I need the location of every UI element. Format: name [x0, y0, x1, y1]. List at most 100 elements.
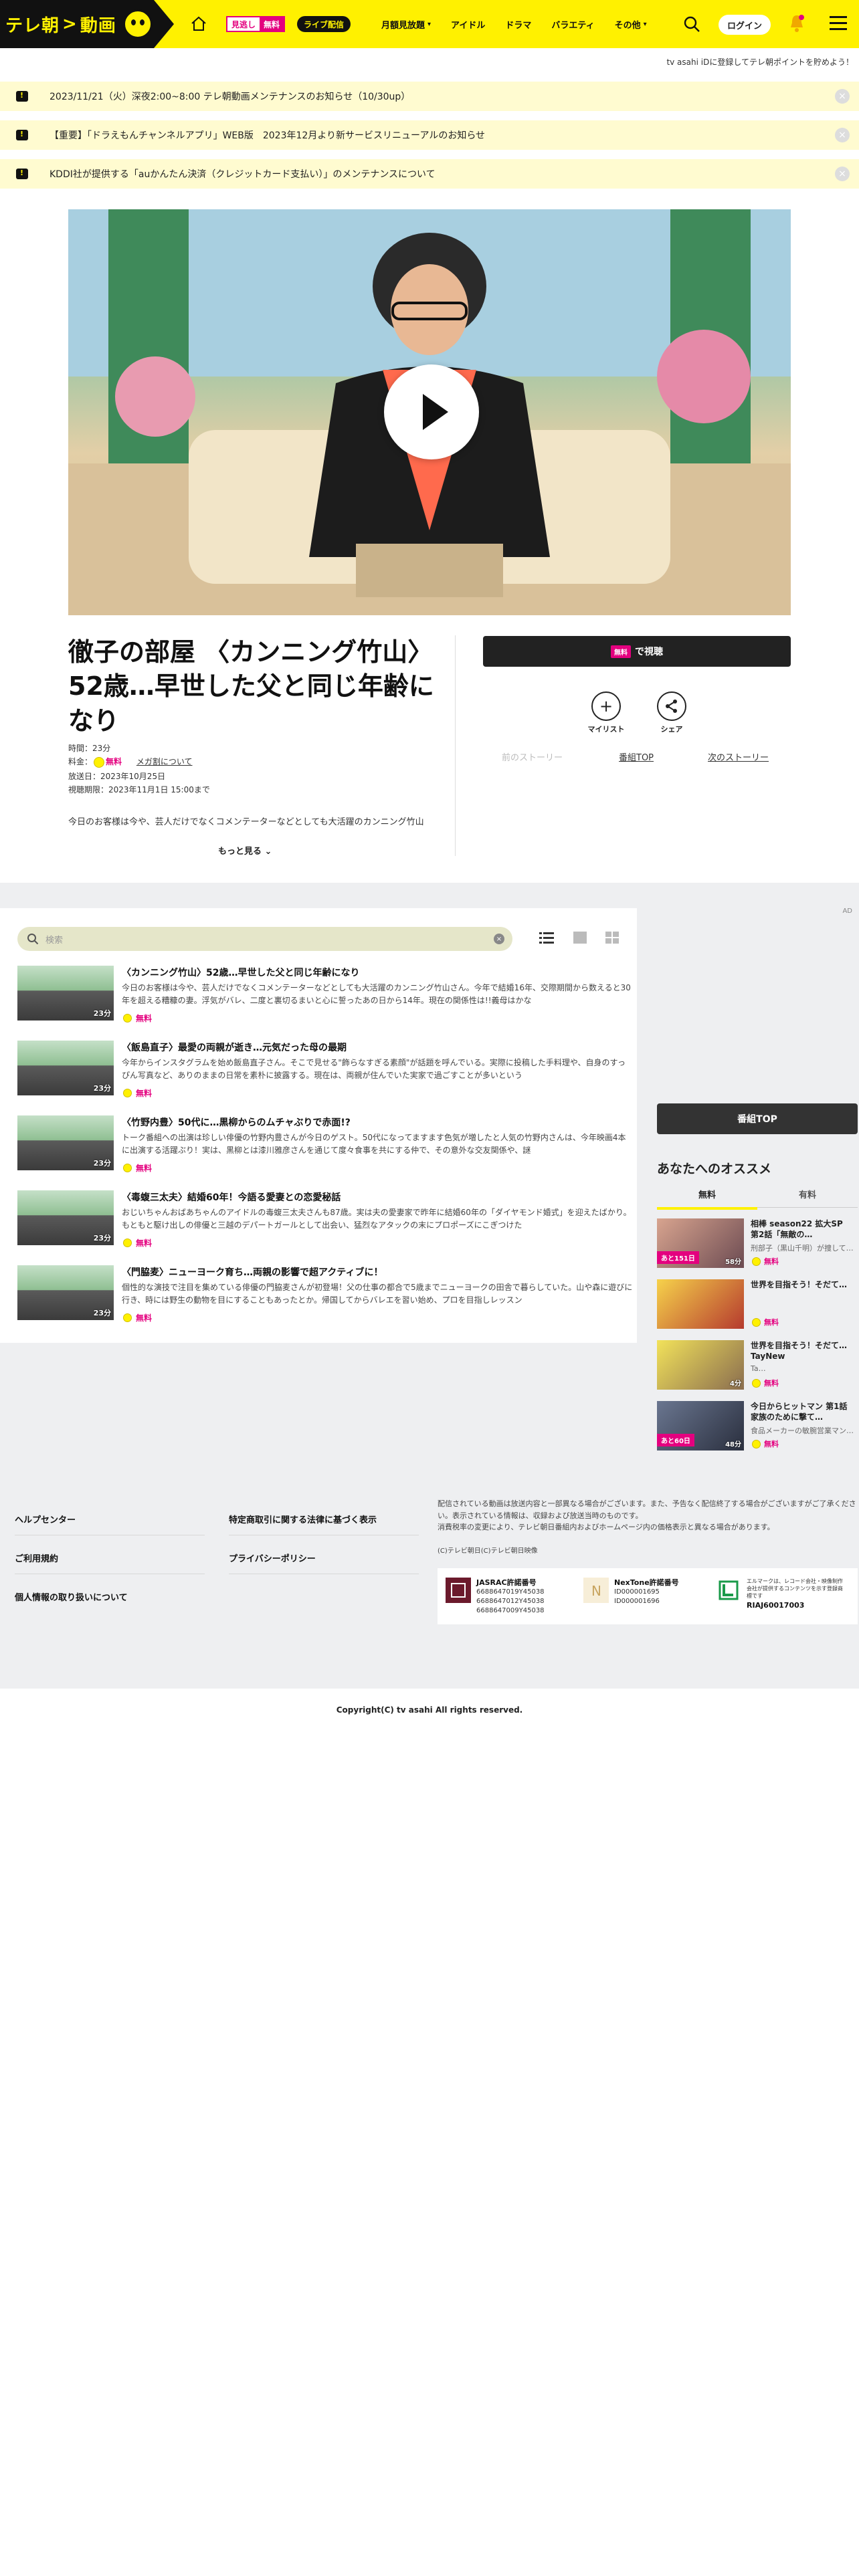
logo-text: テレ朝 [5, 15, 60, 36]
episode-title: 〈飯島直子〉最愛の両親が逝き…元気だった母の最期 [122, 1043, 347, 1053]
episode-search-input[interactable]: 検索 × [17, 927, 512, 951]
duration: 48分 [725, 1441, 741, 1448]
episode-thumbnail: 23分 [17, 1190, 114, 1245]
show-more-button[interactable]: もっと見る ⌄ [218, 844, 272, 857]
clear-search-icon[interactable]: × [494, 934, 504, 944]
search-icon[interactable] [682, 15, 701, 33]
watch-button[interactable]: 無料 で視聴 [483, 636, 791, 667]
tvasahi-id-promo[interactable]: tv asahi iDに登録してテレ朝ポイントを貯めよう！ [666, 56, 854, 68]
close-icon[interactable]: × [835, 128, 850, 142]
logo-separator: > [62, 14, 78, 34]
share-button[interactable] [657, 691, 686, 721]
tab-paid[interactable]: 有料 [757, 1188, 858, 1208]
episode-description: 今年からインスタグラムを始め飯島直子さん。そこで見せる"飾らなすぎる素顔"が話題… [122, 1058, 626, 1080]
days-left-badge: あと151日 [657, 1251, 699, 1264]
footer-link-privacy-policy[interactable]: プライバシーポリシー [229, 1551, 316, 1564]
nav-label: 月額見放題 [381, 20, 425, 31]
chevron-down-icon: ▾ [643, 20, 647, 28]
recommend-thumbnail [657, 1279, 744, 1329]
free-label: 無料 [764, 1379, 779, 1388]
chevron-down-icon: ⌄ [264, 847, 272, 857]
next-story-link[interactable]: 次のストーリー [708, 750, 769, 763]
close-icon[interactable]: × [835, 167, 850, 181]
nav-item-drama[interactable]: ドラマ [505, 18, 531, 31]
episode-free-tag: 無料 [122, 1312, 152, 1323]
notice-bar[interactable]: 2023/11/21（火）深夜2:00~8:00 テレ朝動画メンテナンスのお知ら… [0, 82, 859, 111]
video-player[interactable] [68, 209, 791, 615]
free-coin-icon [752, 1257, 761, 1266]
bell-icon[interactable] [788, 13, 805, 33]
recommend-item[interactable]: 4分 世界を目指そう！そだて… TayNew Ta… 無料 [657, 1340, 858, 1391]
episode-title: 〈門脇麦〉ニューヨーク育ち…両親の影響で超アクティブに！ [122, 1267, 383, 1278]
free-coin-icon [752, 1378, 761, 1388]
nav-item-other[interactable]: その他 ▾ [615, 18, 647, 31]
episode-duration: 23分 [93, 1309, 111, 1317]
svg-text:N: N [591, 1583, 601, 1599]
episode-free-tag: 無料 [122, 1012, 152, 1024]
footer-link-terms[interactable]: ご利用規約 [15, 1551, 58, 1564]
footer-link-help[interactable]: ヘルプセンター [15, 1513, 76, 1525]
free-label: 無料 [136, 1313, 153, 1323]
nav-label: アイドル [451, 20, 486, 31]
ad-label: AD [842, 907, 852, 915]
episode-title: 〈竹野内豊〉50代に…黒柳からのムチャぶりで赤面!? [122, 1117, 351, 1128]
free-coin-icon [123, 1014, 132, 1023]
live-badge[interactable]: ライブ配信 [297, 16, 351, 32]
program-description: 今日のお客様は今や、芸人だけでなくコメンテーターなどとしても大活躍のカンニング竹… [68, 817, 424, 827]
free-catchup-badge[interactable]: 見逃し 無料 [226, 16, 286, 32]
login-button[interactable]: ログイン [719, 15, 771, 35]
nextone-title: NexTone許諾番号 [614, 1578, 679, 1587]
notice-icon [16, 91, 28, 102]
notice-text: 2023/11/21（火）深夜2:00~8:00 テレ朝動画メンテナンスのお知ら… [50, 92, 411, 102]
episode-item[interactable]: 23分 〈毒蝮三太夫〉結婚60年！今語る愛妻との恋愛秘話 おじいちゃんおばあちゃ… [17, 1190, 632, 1257]
nav-item-subscription[interactable]: 月額見放題 ▾ [381, 18, 431, 31]
large-grid-view-icon[interactable] [573, 931, 587, 944]
close-icon[interactable]: × [835, 89, 850, 104]
program-top-button[interactable]: 番組TOP [657, 1103, 858, 1134]
episode-free-tag: 無料 [122, 1087, 152, 1099]
divider [455, 635, 456, 856]
episode-duration: 23分 [93, 1234, 111, 1243]
program-top-link[interactable]: 番組TOP [619, 750, 654, 763]
free-coin-icon [123, 1089, 132, 1097]
add-mylist-button[interactable]: + [591, 691, 621, 721]
home-icon[interactable] [189, 15, 208, 33]
free-label: 無料 [136, 1089, 153, 1098]
mylist-label: マイリスト [587, 725, 625, 734]
episode-item[interactable]: 23分 〈飯島直子〉最愛の両親が逝き…元気だった母の最期 今年からインスタグラム… [17, 1041, 626, 1107]
nav-item-variety[interactable]: バラエティ [551, 18, 594, 31]
footer-link-privacy-handling[interactable]: 個人情報の取り扱いについて [15, 1590, 128, 1603]
free-tag: 無料 [751, 1317, 779, 1327]
list-view-icon[interactable] [539, 931, 554, 944]
episode-item[interactable]: 23分 〈門脇麦〉ニューヨーク育ち…両親の影響で超アクティブに！ 個性的な演技で… [17, 1265, 632, 1332]
recommend-title: 相棒 season22 拡大SP 第2話「無敵の… [751, 1219, 851, 1240]
grid-view-icon[interactable] [605, 931, 619, 944]
notice-bar[interactable]: KDDI社が提供する「auかんたん決済（クレジットカード支払い）」のメンテナンス… [0, 159, 859, 189]
program-title: 徹子の部屋 〈カンニング竹山〉52歳…早世した父と同じ年齢になり [68, 637, 434, 736]
episode-thumbnail: 23分 [17, 966, 114, 1021]
free-label: 無料 [764, 1440, 779, 1448]
mega-discount-link[interactable]: メガ割について [136, 757, 193, 766]
lmark-number: RIAJ60017003 [747, 1600, 805, 1610]
free-coin-icon [752, 1317, 761, 1327]
tab-free[interactable]: 無料 [657, 1188, 757, 1210]
footer-link-commerce-law[interactable]: 特定商取引に関する法律に基づく表示 [229, 1513, 377, 1525]
free-tag: 無料 [611, 645, 631, 658]
episode-title: 〈カンニング竹山〉52歳…早世した父と同じ年齢になり [122, 968, 360, 978]
episode-item[interactable]: 23分 〈カンニング竹山〉52歳…早世した父と同じ年齢になり 今日のお客様は今や… [17, 966, 631, 1033]
duration: 58分 [725, 1259, 741, 1266]
episode-item[interactable]: 23分 〈竹野内豊〉50代に…黒柳からのムチャぶりで赤面!? トーク番組への出演… [17, 1115, 626, 1182]
notice-icon [16, 130, 28, 140]
recommend-item[interactable]: 世界を目指そう！そだて… 無料 [657, 1279, 858, 1330]
notice-bar[interactable]: 【重要】「ドラえもんチャンネルアプリ」WEB版 2023年12月より新サービスリ… [0, 120, 859, 150]
episode-free-tag: 無料 [122, 1162, 152, 1174]
site-logo[interactable]: テレ朝 > 動画 [0, 0, 174, 48]
nav-item-idol[interactable]: アイドル [451, 18, 485, 31]
duration: 4分 [730, 1380, 741, 1388]
free-label: 無料 [136, 1239, 153, 1248]
nextone-logo-icon: N [583, 1578, 609, 1603]
recommend-item[interactable]: あと151日 58分 相棒 season22 拡大SP 第2話「無敵の… 刑部子（… [657, 1218, 858, 1269]
play-button[interactable] [384, 364, 479, 459]
recommend-item[interactable]: あと60日 48分 今日からヒットマン 第1話 家族のために撃て… 食品メーカーの… [657, 1401, 858, 1452]
hamburger-menu-icon[interactable] [830, 16, 847, 31]
